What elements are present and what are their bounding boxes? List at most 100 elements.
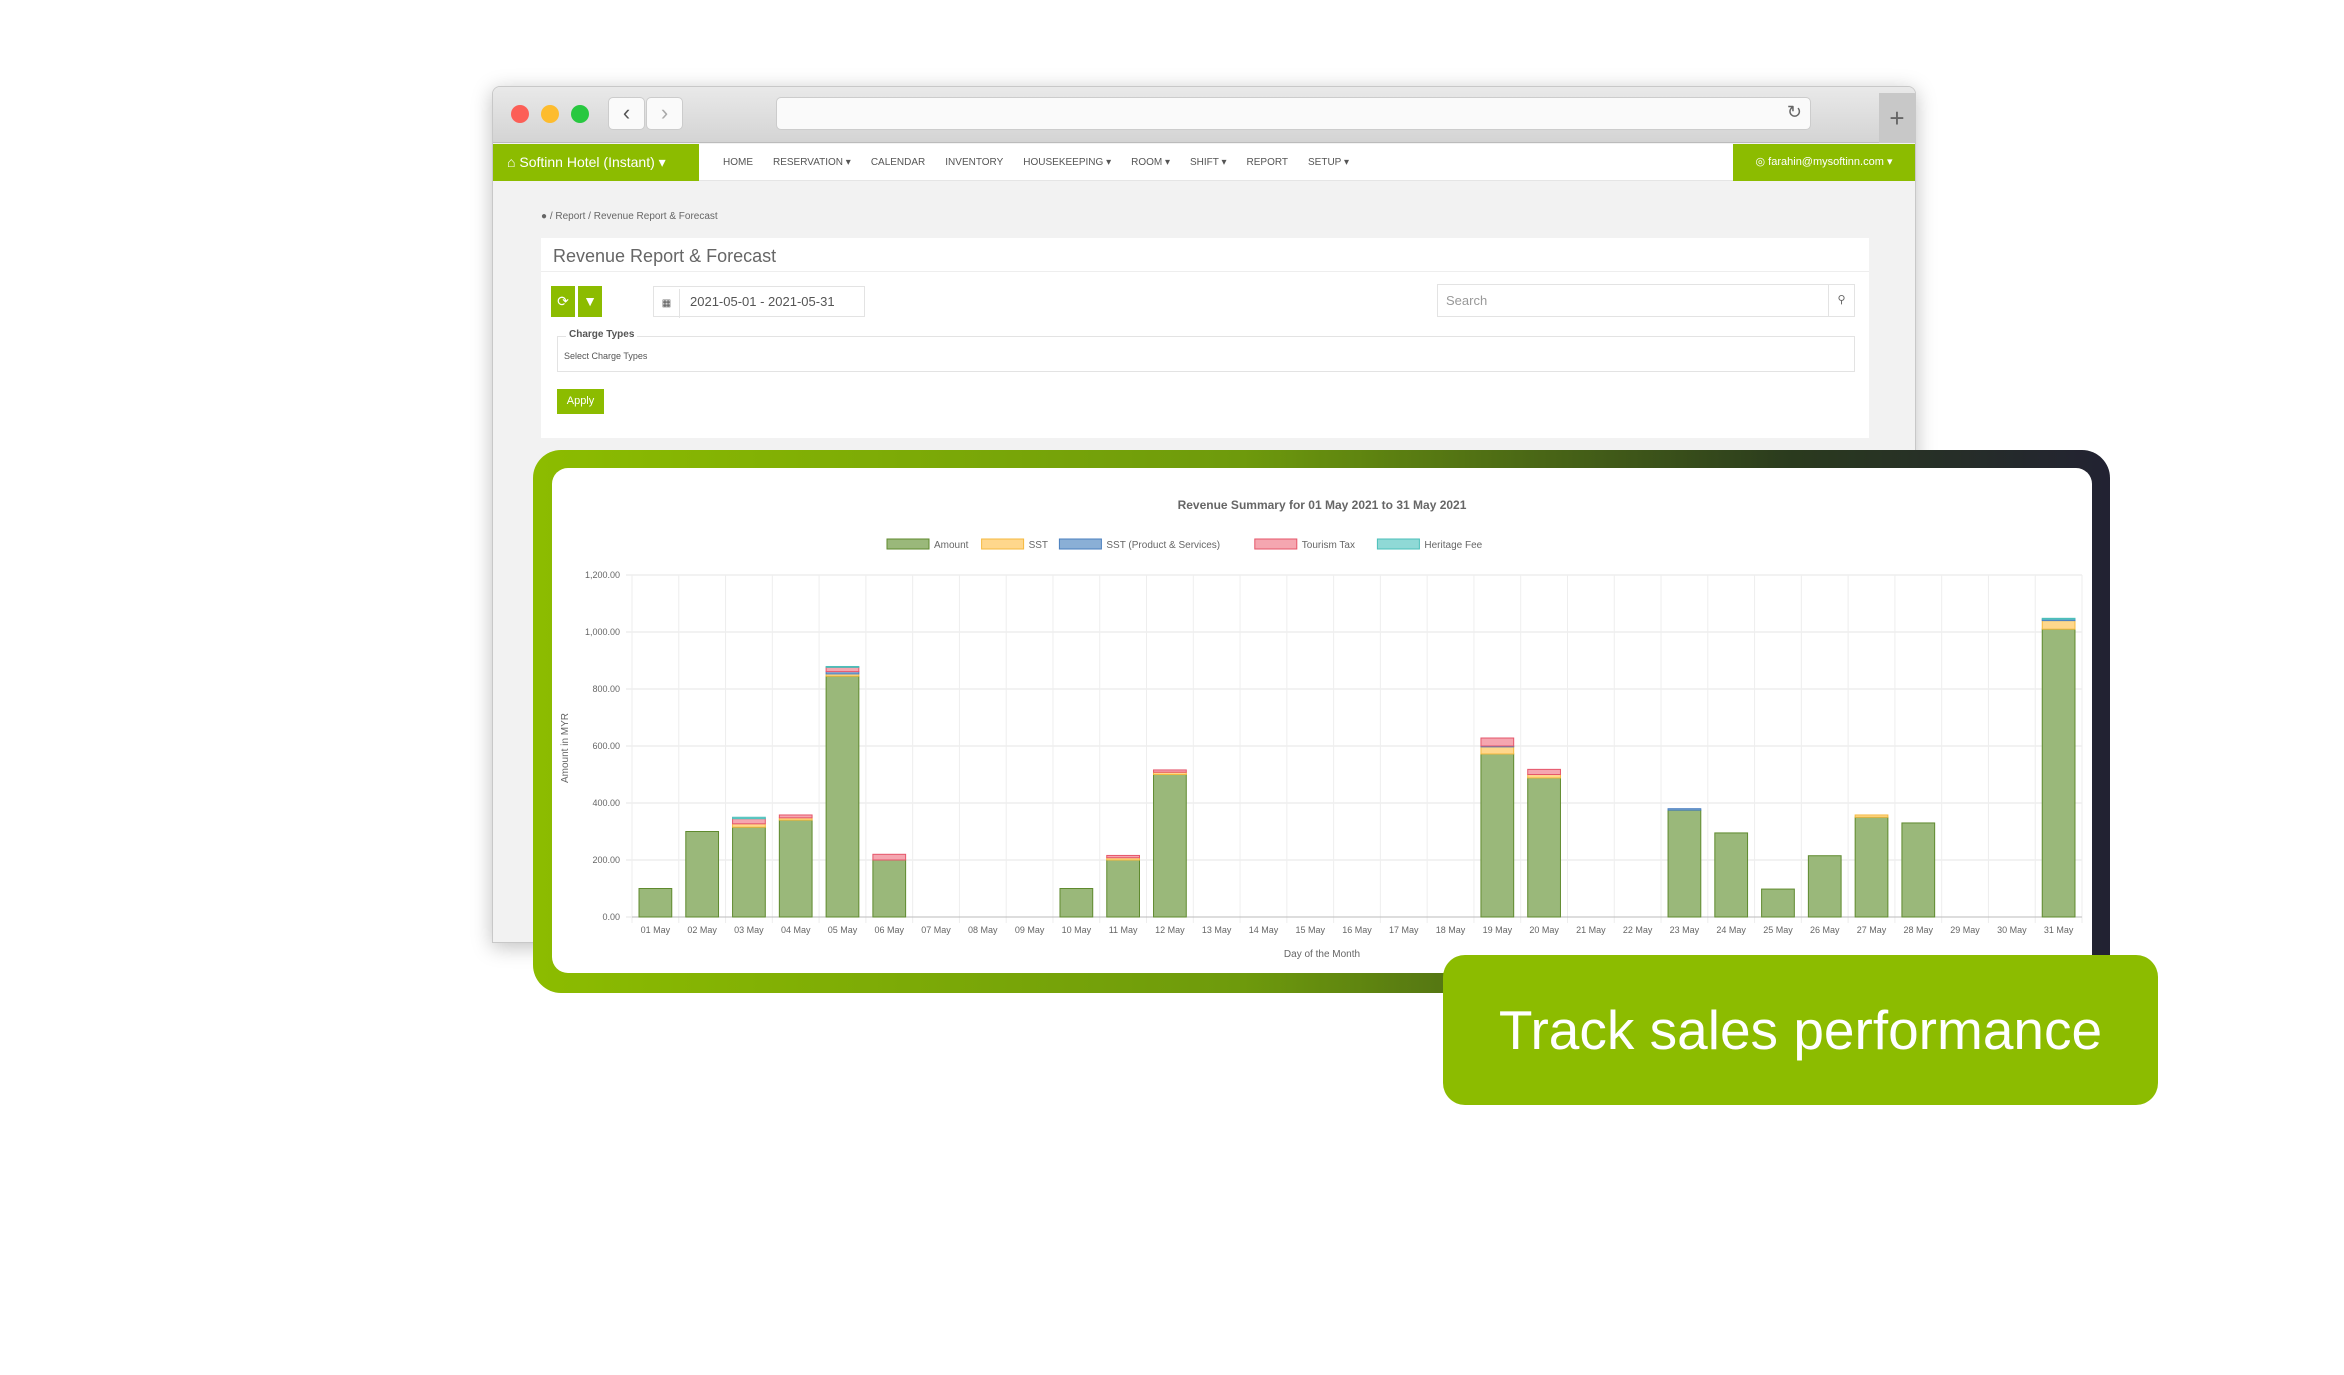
nav-inventory[interactable]: INVENTORY — [935, 144, 1013, 181]
bar-heritage-fee-3 — [732, 816, 766, 820]
refresh-icon: ⟳ — [557, 293, 569, 309]
breadcrumb-home-icon[interactable]: ● — [541, 211, 547, 222]
nav-report[interactable]: REPORT — [1237, 144, 1299, 181]
top-navbar: ⌂ Softinn Hotel (Instant) ▾ HOME RESERVA… — [493, 144, 1915, 181]
x-tick-label: 21 May — [1576, 925, 1606, 935]
x-tick-label: 28 May — [1904, 925, 1934, 935]
nav-shift[interactable]: SHIFT ▾ — [1180, 144, 1237, 181]
bar-amount-2 — [685, 831, 720, 918]
x-tick-label: 04 May — [781, 925, 811, 935]
nav-calendar[interactable]: CALENDAR — [861, 144, 935, 181]
user-menu[interactable]: ◎ farahin@mysoftinn.com ▾ — [1733, 144, 1915, 181]
bar-tourism-tax-20 — [1527, 768, 1561, 775]
y-tick-label: 800.00 — [592, 684, 620, 694]
x-tick-label: 19 May — [1483, 925, 1513, 935]
address-bar[interactable]: ↻ — [776, 97, 1811, 130]
new-tab-button[interactable]: + — [1879, 93, 1915, 143]
bar-tourism-tax-19 — [1480, 737, 1515, 747]
bar-sst-31 — [2041, 620, 2076, 630]
bar-amount-11 — [1106, 859, 1140, 918]
bar-amount-27 — [1854, 816, 1889, 918]
browser-toolbar: ‹ › ↻ + — [493, 87, 1915, 143]
x-tick-label: 01 May — [641, 925, 671, 935]
x-tick-label: 26 May — [1810, 925, 1840, 935]
x-tick-label: 18 May — [1436, 925, 1466, 935]
hotel-selector[interactable]: ⌂ Softinn Hotel (Instant) ▾ — [493, 144, 699, 181]
x-axis-label: Day of the Month — [1284, 949, 1360, 960]
calendar-icon: ▦ — [654, 289, 680, 318]
x-tick-label: 30 May — [1997, 925, 2027, 935]
close-window-button[interactable] — [511, 105, 529, 123]
filter-button[interactable]: ▼ — [578, 286, 602, 317]
revenue-chart: Revenue Summary for 01 May 2021 to 31 Ma… — [560, 498, 2083, 960]
x-axis-ticks: 01 May 02 May 03 May 04 May 05 May 06 May 07 M… — [641, 925, 2074, 935]
x-tick-label: 08 May — [968, 925, 998, 935]
x-tick-label: 14 May — [1249, 925, 1279, 935]
callout-banner: Track sales performance — [1443, 955, 2158, 1105]
bar-amount-20 — [1527, 777, 1561, 918]
x-tick-label: 06 May — [875, 925, 905, 935]
charge-types-select[interactable]: Charge Types Select Charge Types — [557, 329, 1855, 372]
legend-swatch — [1058, 538, 1102, 550]
bar-amount-4 — [778, 819, 813, 918]
search-icon[interactable]: ⚲ — [1828, 285, 1854, 316]
nav-room[interactable]: ROOM ▾ — [1121, 144, 1180, 181]
x-tick-label: 22 May — [1623, 925, 1653, 935]
bar-heritage-fee-5 — [825, 665, 860, 668]
nav-setup[interactable]: SETUP ▾ — [1298, 144, 1359, 181]
bar-amount-1 — [638, 888, 673, 918]
minimize-window-button[interactable] — [541, 105, 559, 123]
x-tick-label: 20 May — [1529, 925, 1559, 935]
bar-tourism-tax-4 — [778, 814, 813, 819]
back-button[interactable]: ‹ — [608, 97, 645, 130]
bar-sst-27 — [1854, 814, 1889, 818]
bar-sst-product-services--23 — [1667, 808, 1702, 811]
search-input[interactable]: Search ⚲ — [1437, 284, 1855, 317]
nav-home[interactable]: HOME — [713, 144, 763, 181]
bar-amount-5 — [825, 675, 860, 918]
x-tick-label: 10 May — [1062, 925, 1092, 935]
x-tick-label: 05 May — [828, 925, 858, 935]
date-range-value: 2021-05-01 - 2021-05-31 — [690, 294, 835, 309]
bar-sst-20 — [1527, 774, 1561, 779]
x-tick-label: 17 May — [1389, 925, 1419, 935]
chart-legend: Amount SST SST (Product & Services) Tourism… — [886, 538, 1483, 551]
charge-types-placeholder: Select Charge Types — [564, 351, 648, 361]
refresh-button[interactable]: ⟳ — [551, 286, 575, 317]
legend-label: SST — [1029, 540, 1048, 551]
bar-amount-6 — [872, 859, 907, 918]
nav-reservation[interactable]: RESERVATION ▾ — [763, 144, 861, 181]
page-title: Revenue Report & Forecast — [553, 246, 777, 266]
bar-amount-25 — [1761, 888, 1795, 918]
x-tick-label: 16 May — [1342, 925, 1372, 935]
reload-icon[interactable]: ↻ — [1787, 102, 1802, 123]
x-tick-label: 13 May — [1202, 925, 1232, 935]
legend-label: Tourism Tax — [1302, 540, 1355, 551]
date-range-picker[interactable]: ▦ 2021-05-01 - 2021-05-31 — [653, 286, 865, 318]
legend-label: Amount — [934, 540, 969, 551]
y-tick-label: 200.00 — [592, 855, 620, 865]
bar-tourism-tax-5 — [825, 666, 860, 673]
nav-housekeeping[interactable]: HOUSEKEEPING ▾ — [1013, 144, 1121, 181]
x-tick-label: 02 May — [687, 925, 717, 935]
bar-tourism-tax-12 — [1153, 769, 1187, 773]
x-tick-label: 25 May — [1763, 925, 1793, 935]
bar-sst-3 — [732, 823, 766, 828]
forward-button[interactable]: › — [646, 97, 683, 130]
bar-tourism-tax-3 — [732, 818, 766, 825]
hotel-name: Softinn Hotel (Instant) ▾ — [519, 154, 666, 170]
bar-amount-28 — [1901, 822, 1936, 918]
legend-label: Heritage Fee — [1424, 540, 1482, 551]
charge-types-label: Charge Types — [566, 329, 638, 340]
bar-amount-10 — [1059, 888, 1094, 918]
x-tick-label: 31 May — [2044, 925, 2074, 935]
apply-button[interactable]: Apply — [557, 389, 604, 414]
user-icon: ◎ — [1755, 156, 1769, 168]
bar-amount-31 — [2041, 628, 2076, 918]
breadcrumb: ● / Report / Revenue Report & Forecast — [541, 211, 718, 222]
y-tick-label: 400.00 — [592, 798, 620, 808]
report-panel: Revenue Report & Forecast ⟳ ▼ ▦ 2021-05-0… — [541, 238, 1869, 438]
breadcrumb-report[interactable]: Report — [555, 211, 585, 222]
maximize-window-button[interactable] — [571, 105, 589, 123]
legend-swatch — [1376, 538, 1420, 550]
